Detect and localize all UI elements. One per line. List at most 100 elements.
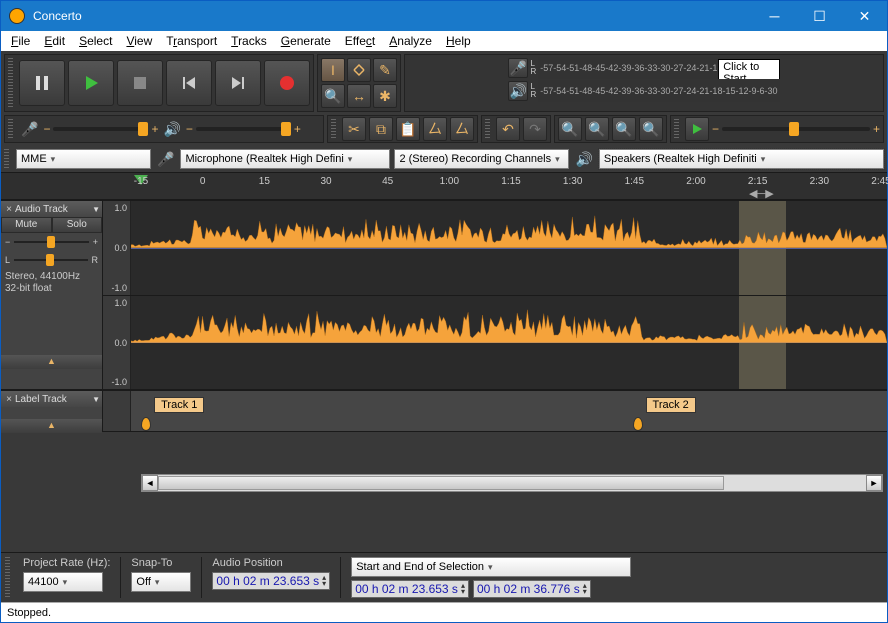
label-marker-icon[interactable] bbox=[633, 417, 643, 431]
grip-icon[interactable] bbox=[8, 119, 13, 139]
playback-meter[interactable]: -57-54-51-48-45-42-39-36-33-30-27-24-21-… bbox=[538, 80, 779, 102]
fit-selection-button[interactable]: 🔍 bbox=[612, 117, 636, 141]
skip-start-button[interactable] bbox=[166, 60, 212, 106]
menu-file-label: ile bbox=[18, 34, 30, 48]
pan-slider[interactable]: LR bbox=[1, 251, 102, 269]
undo-toolbar: ↶ ↷ bbox=[481, 115, 551, 143]
track-menu-button[interactable]: ▼ bbox=[92, 395, 100, 404]
track-menu-button[interactable]: ▼ bbox=[92, 205, 100, 214]
snap-to-label: Snap-To bbox=[131, 557, 191, 569]
copy-button[interactable]: ⧉ bbox=[369, 117, 393, 141]
label-marker-icon[interactable] bbox=[141, 417, 151, 431]
track-close-button[interactable]: × bbox=[3, 204, 15, 215]
menu-analyze[interactable]: Analyze bbox=[383, 33, 438, 49]
menu-view[interactable]: View bbox=[120, 33, 158, 49]
meter-tooltip: Click to Start Monitoring bbox=[718, 59, 779, 79]
grip-icon[interactable] bbox=[485, 119, 490, 139]
grip-icon[interactable] bbox=[5, 557, 10, 598]
menu-select[interactable]: Select bbox=[73, 33, 118, 49]
menu-file[interactable]: File bbox=[5, 33, 36, 49]
play-at-speed-button[interactable] bbox=[685, 117, 709, 141]
scroll-right-button[interactable]: ► bbox=[866, 475, 882, 491]
statusbar: Stopped. bbox=[1, 602, 887, 622]
menu-effect[interactable]: Effect bbox=[339, 33, 381, 49]
label-track-area[interactable]: Track 1 Track 2 bbox=[131, 391, 887, 431]
label-box[interactable]: Track 1 bbox=[154, 397, 204, 413]
zoom-tool-button[interactable]: 🔍 bbox=[321, 84, 345, 108]
audio-position-field[interactable]: 00 h 02 m 23.653 s▴▾ bbox=[212, 572, 330, 590]
timeline-ruler[interactable]: -1501530451:001:151:301:452:002:152:302:… bbox=[1, 172, 887, 200]
recording-channels-combo[interactable]: 2 (Stereo) Recording Channels▾ bbox=[394, 149, 569, 169]
grip-icon[interactable] bbox=[8, 58, 13, 108]
track-collapse-button[interactable]: ▲ bbox=[1, 355, 102, 369]
stop-button[interactable] bbox=[117, 60, 163, 106]
speaker-meter-icon[interactable]: 🔊 bbox=[508, 81, 528, 101]
playback-speed-slider[interactable] bbox=[722, 127, 870, 131]
track-format: Stereo, 44100Hz bbox=[5, 271, 98, 283]
scrollbar-thumb[interactable] bbox=[158, 476, 724, 490]
selection-mode-combo[interactable]: Start and End of Selection▾ bbox=[351, 557, 631, 577]
maximize-button[interactable]: ☐ bbox=[797, 1, 842, 31]
gain-slider[interactable]: −+ bbox=[1, 233, 102, 251]
horizontal-scrollbar[interactable]: ◄ ► bbox=[141, 474, 883, 492]
menu-edit[interactable]: Edit bbox=[38, 33, 71, 49]
recording-device-combo[interactable]: Microphone (Realtek High Defini▾ bbox=[180, 149, 390, 169]
zoom-in-button[interactable]: 🔍 bbox=[558, 117, 582, 141]
timeshift-tool-button[interactable]: ↔ bbox=[347, 84, 371, 108]
label-box[interactable]: Track 2 bbox=[646, 397, 696, 413]
vertical-ruler[interactable]: 1.0 0.0 -1.0 bbox=[103, 296, 131, 390]
track-collapse-button[interactable]: ▲ bbox=[1, 419, 102, 433]
grip-icon[interactable] bbox=[331, 119, 336, 139]
transport-toolbar bbox=[4, 54, 314, 112]
minimize-button[interactable]: ─ bbox=[752, 1, 797, 31]
mute-button[interactable]: Mute bbox=[1, 217, 52, 233]
scroll-left-button[interactable]: ◄ bbox=[142, 475, 158, 491]
redo-button[interactable]: ↷ bbox=[523, 117, 547, 141]
play-button[interactable] bbox=[68, 60, 114, 106]
skip-end-button[interactable] bbox=[215, 60, 261, 106]
device-toolbar: MME▾ 🎤 Microphone (Realtek High Defini▾ … bbox=[1, 146, 887, 172]
selection-end-field[interactable]: 00 h 02 m 36.776 s▴▾ bbox=[473, 580, 591, 598]
recording-volume-slider[interactable] bbox=[53, 127, 148, 131]
solo-button[interactable]: Solo bbox=[52, 217, 103, 233]
grip-icon[interactable] bbox=[674, 119, 679, 139]
undo-button[interactable]: ↶ bbox=[496, 117, 520, 141]
recording-meter[interactable]: -57-54-51-48-45-42-39-36-33-30-27-24-21-… bbox=[538, 57, 779, 79]
vertical-ruler[interactable]: 1.0 0.0 -1.0 bbox=[103, 201, 131, 295]
menu-help[interactable]: Help bbox=[440, 33, 477, 49]
track-header[interactable]: × Label Track ▼ bbox=[1, 391, 102, 407]
mic-meter-icon[interactable]: 🎤 bbox=[508, 58, 528, 78]
silence-button[interactable]: ⼛ bbox=[450, 117, 474, 141]
selection-tool-button[interactable]: I bbox=[321, 58, 345, 82]
audio-position-label: Audio Position bbox=[212, 557, 330, 569]
paste-button[interactable]: 📋 bbox=[396, 117, 420, 141]
menu-tracks[interactable]: Tracks bbox=[225, 33, 273, 49]
pause-button[interactable] bbox=[19, 60, 65, 106]
record-button[interactable] bbox=[264, 60, 310, 106]
envelope-tool-button[interactable] bbox=[347, 58, 371, 82]
grip-icon[interactable] bbox=[4, 149, 9, 169]
project-rate-combo[interactable]: 44100▾ bbox=[23, 572, 103, 592]
track-close-button[interactable]: × bbox=[3, 394, 15, 405]
waveform-right[interactable] bbox=[131, 296, 887, 390]
menu-generate[interactable]: Generate bbox=[275, 33, 337, 49]
fit-project-button[interactable]: 🔍 bbox=[639, 117, 663, 141]
track-header[interactable]: × Audio Track ▼ bbox=[1, 201, 102, 217]
audio-host-combo[interactable]: MME▾ bbox=[16, 149, 151, 169]
menu-transport[interactable]: Transport bbox=[160, 33, 223, 49]
zoom-out-button[interactable]: 🔍 bbox=[585, 117, 609, 141]
playback-device-combo[interactable]: Speakers (Realtek High Definiti▾ bbox=[599, 149, 884, 169]
cut-button[interactable]: ✂ bbox=[342, 117, 366, 141]
speaker-icon: 🔊 bbox=[573, 151, 594, 168]
window-title: Concerto bbox=[33, 9, 752, 23]
track-bitdepth: 32-bit float bbox=[5, 283, 98, 295]
draw-tool-button[interactable]: ✎ bbox=[373, 58, 397, 82]
playback-volume-slider[interactable] bbox=[196, 127, 291, 131]
close-button[interactable]: ✕ bbox=[842, 1, 887, 31]
waveform-left[interactable] bbox=[131, 201, 887, 295]
selection-start-field[interactable]: 00 h 02 m 23.653 s▴▾ bbox=[351, 580, 469, 598]
multi-tool-button[interactable]: ✱ bbox=[373, 84, 397, 108]
snap-to-combo[interactable]: Off▾ bbox=[131, 572, 191, 592]
scrub-handle-icon[interactable]: ◀─▶ bbox=[749, 187, 774, 200]
trim-button[interactable]: ⼛ bbox=[423, 117, 447, 141]
